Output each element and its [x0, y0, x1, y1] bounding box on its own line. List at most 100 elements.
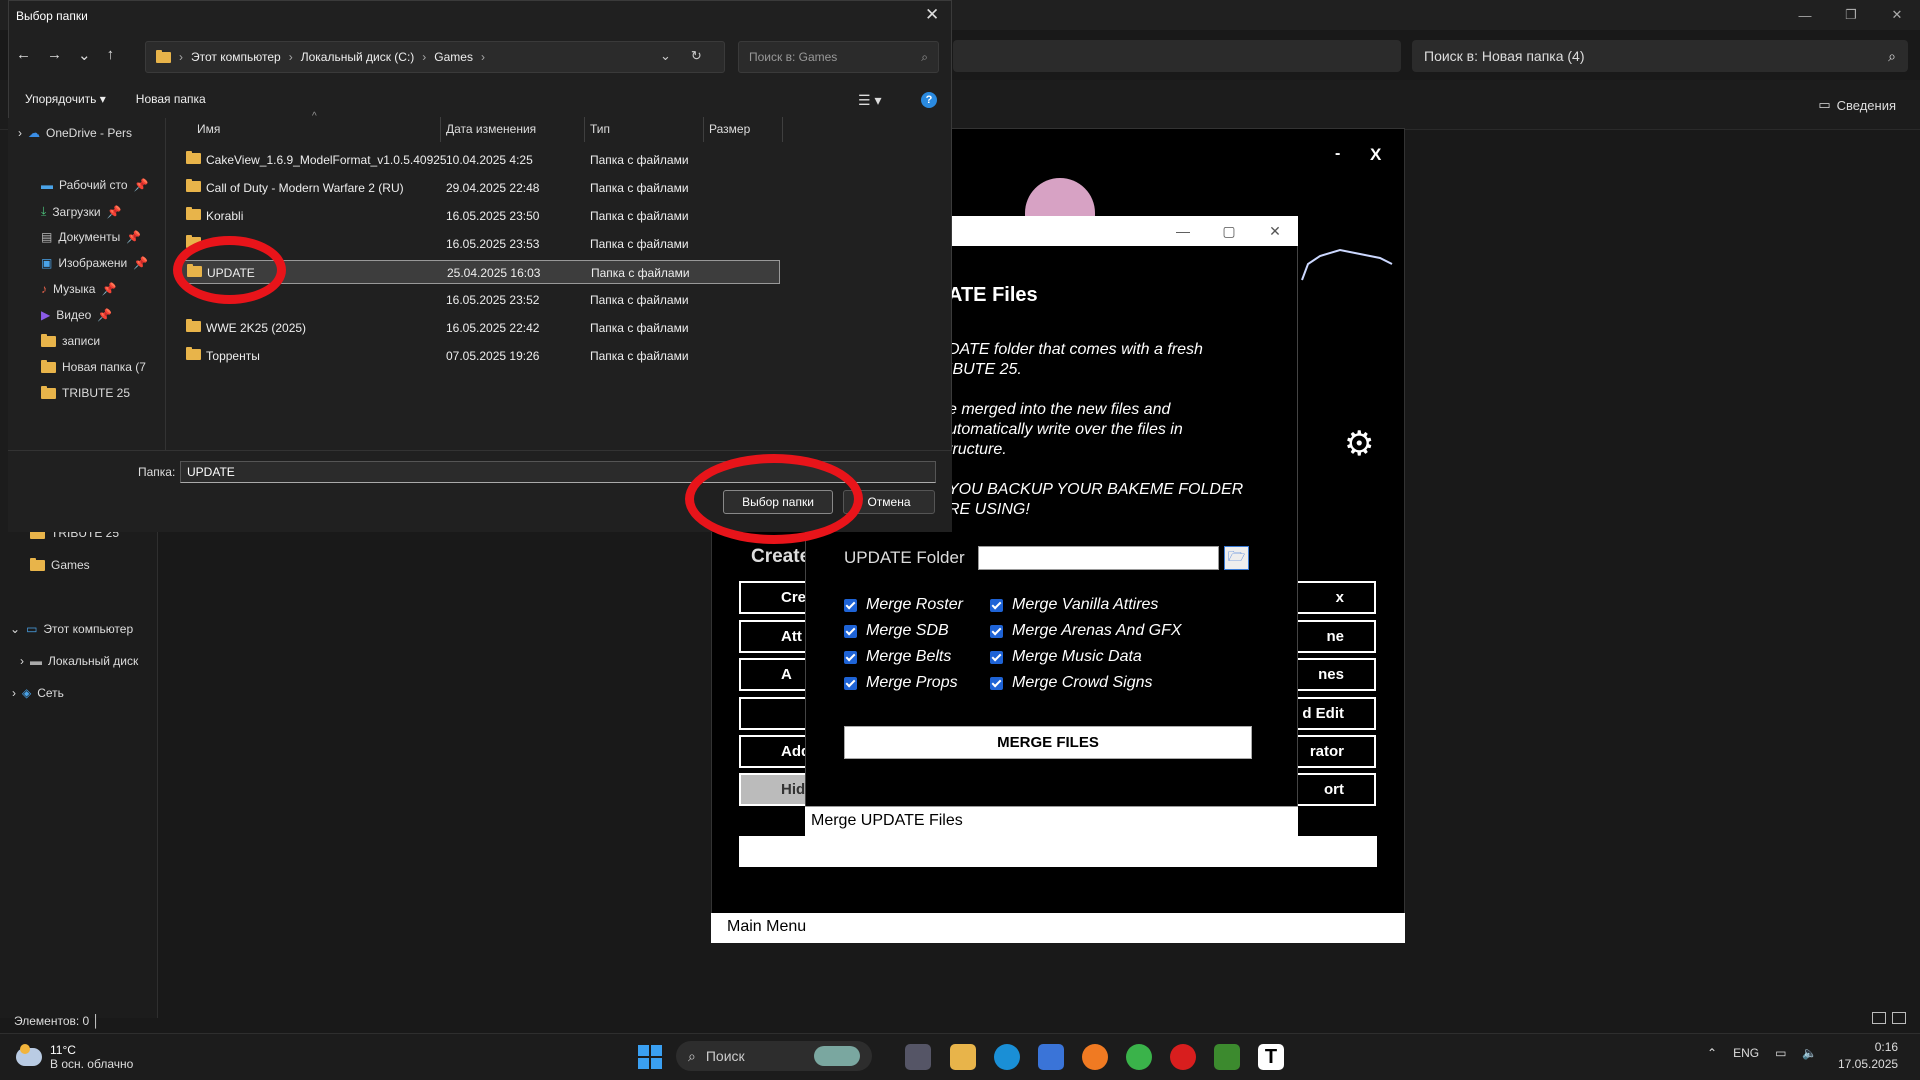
checkbox-checked-icon[interactable]: [990, 598, 1003, 612]
edge-icon[interactable]: [994, 1044, 1020, 1070]
column-type[interactable]: Тип: [590, 122, 610, 136]
checkbox-checked-icon[interactable]: [990, 650, 1003, 664]
close-icon[interactable]: ✕: [1252, 216, 1298, 246]
close-icon[interactable]: ✕: [1874, 0, 1920, 30]
checkbox-merge-roster[interactable]: Merge Roster: [844, 596, 963, 614]
checkbox-merge-props[interactable]: Merge Props: [844, 674, 958, 692]
maximize-icon[interactable]: ▢: [1206, 216, 1252, 246]
checkbox-checked-icon[interactable]: [990, 624, 1003, 638]
weather-icon: [16, 1044, 42, 1066]
breadcrumb-item[interactable]: Локальный диск (C:): [301, 50, 415, 64]
checkbox-checked-icon[interactable]: [844, 650, 857, 664]
file-row[interactable]: Korabli 16.05.2025 23:50 Папка с файлами: [180, 204, 780, 228]
column-divider[interactable]: [440, 117, 441, 142]
sidebar-item-documents[interactable]: ▤ Документы 📌: [41, 230, 141, 244]
sidebar-item-tribute[interactable]: TRIBUTE 25: [41, 385, 130, 400]
task-view-icon[interactable]: [905, 1044, 931, 1070]
file-row[interactable]: CakeView_1.6.9_ModelFormat_v1.0.5.40925 1…: [180, 148, 780, 172]
checkbox-merge-music-data[interactable]: Merge Music Data: [990, 648, 1142, 666]
checkbox-checked-icon[interactable]: [844, 598, 857, 612]
tiles-view-icon[interactable]: [1892, 1012, 1906, 1024]
sidebar-item-new-folder-7[interactable]: Новая папка (7: [41, 359, 146, 374]
picker-search-input[interactable]: Поиск в: Games ⌕: [738, 41, 939, 73]
checkbox-checked-icon[interactable]: [844, 676, 857, 690]
column-name[interactable]: Имя: [197, 122, 220, 136]
weather-widget[interactable]: 11°C В осн. облачно: [16, 1043, 133, 1071]
file-row[interactable]: WWE 2K25 (2025) 16.05.2025 22:42 Папка с ф…: [180, 316, 780, 340]
sidebar-item-local-disk[interactable]: › ▬ Локальный диск: [20, 654, 138, 668]
browse-folder-button[interactable]: 🗁: [1224, 546, 1249, 570]
breadcrumb-item[interactable]: Этот компьютер: [191, 50, 281, 64]
checkbox-checked-icon[interactable]: [844, 624, 857, 638]
forward-arrow-icon[interactable]: →: [47, 46, 62, 64]
up-arrow-icon[interactable]: ↑: [107, 46, 115, 64]
sidebar-item-desktop[interactable]: ▬ Рабочий сто 📌: [41, 178, 149, 192]
checkbox-merge-sdb[interactable]: Merge SDB: [844, 622, 949, 640]
chevron-down-icon[interactable]: ⌄: [660, 48, 671, 64]
chrome-icon[interactable]: [1126, 1044, 1152, 1070]
chevron-right-icon: ›: [20, 654, 24, 668]
sidebar-item-videos[interactable]: ▶ Видео 📌: [41, 308, 112, 322]
windows-start-icon[interactable]: [638, 1045, 662, 1069]
background-address-bar[interactable]: [953, 40, 1401, 72]
new-folder-button[interactable]: Новая папка: [136, 92, 206, 106]
sidebar-item-downloads[interactable]: ⤓ Загрузки 📌: [41, 204, 122, 219]
opera-icon[interactable]: [1170, 1044, 1196, 1070]
column-date[interactable]: Дата изменения: [446, 122, 536, 136]
refresh-icon[interactable]: ↻: [691, 48, 702, 64]
sidebar-item-games[interactable]: Games: [30, 557, 90, 572]
view-options-icon[interactable]: ☰ ▾: [858, 92, 881, 109]
close-icon[interactable]: ✕: [925, 5, 939, 25]
network-icon[interactable]: ▭: [1775, 1046, 1786, 1060]
address-bar[interactable]: › Этот компьютер › Локальный диск (C:) ›…: [145, 41, 725, 73]
column-size[interactable]: Размер: [709, 122, 750, 136]
taskbar-search[interactable]: ⌕ Поиск: [676, 1041, 872, 1071]
maximize-icon[interactable]: ❐: [1828, 0, 1874, 30]
merge-files-button[interactable]: MERGE FILES: [844, 726, 1252, 759]
tool-minimize-button[interactable]: -: [1335, 145, 1340, 163]
sidebar-item-onedrive[interactable]: › ☁ OneDrive - Pers: [18, 126, 132, 140]
picture-icon: ▣: [41, 256, 53, 270]
column-divider[interactable]: [782, 117, 783, 142]
help-icon[interactable]: ?: [921, 92, 937, 108]
background-search-input[interactable]: Поиск в: Новая папка (4) ⌕: [1412, 40, 1908, 72]
back-arrow-icon[interactable]: ←: [16, 46, 31, 64]
sidebar-item-music[interactable]: ♪ Музыка 📌: [41, 282, 116, 296]
view-toggle[interactable]: [1872, 1012, 1906, 1024]
checkbox-merge-vanilla-attires[interactable]: Merge Vanilla Attires: [990, 596, 1158, 614]
file-explorer-icon[interactable]: [950, 1044, 976, 1070]
language-indicator[interactable]: ENG: [1733, 1046, 1759, 1060]
volume-icon[interactable]: 🔈: [1802, 1046, 1817, 1060]
minimize-icon[interactable]: —: [1160, 216, 1206, 246]
checkbox-merge-crowd-signs[interactable]: Merge Crowd Signs: [990, 674, 1153, 692]
organize-menu[interactable]: Упорядочить ▾: [25, 92, 106, 106]
sidebar-item-this-pc[interactable]: ⌄ ▭ Этот компьютер: [10, 622, 133, 636]
minimize-icon[interactable]: —: [1782, 0, 1828, 30]
store-icon[interactable]: [1038, 1044, 1064, 1070]
clock[interactable]: 0:16 17.05.2025: [1838, 1039, 1898, 1073]
checkbox-merge-belts[interactable]: Merge Belts: [844, 648, 951, 666]
gear-icon[interactable]: ⚙: [1344, 424, 1374, 464]
sidebar-item-records[interactable]: записи: [41, 333, 100, 348]
row-type: Папка с файлами: [591, 266, 690, 280]
firefox-icon[interactable]: [1082, 1044, 1108, 1070]
breadcrumb-item[interactable]: Games: [434, 50, 473, 64]
file-row[interactable]: Call of Duty - Modern Warfare 2 (RU) 29.0…: [180, 176, 780, 200]
create-heading: Create: [751, 546, 811, 567]
column-divider[interactable]: [584, 117, 585, 142]
checkbox-merge-arenas-gfx[interactable]: Merge Arenas And GFX: [990, 622, 1182, 640]
minecraft-icon[interactable]: [1214, 1044, 1240, 1070]
column-divider[interactable]: [703, 117, 704, 142]
tool-close-button[interactable]: X: [1370, 145, 1381, 165]
file-row[interactable]: Торренты 07.05.2025 19:26 Папка с файлами: [180, 344, 780, 368]
recent-dropdown-icon[interactable]: ⌄: [78, 46, 91, 64]
chevron-up-icon[interactable]: ⌃: [1707, 1046, 1717, 1060]
update-folder-input[interactable]: [978, 546, 1219, 570]
sidebar-item-network[interactable]: › ◈ Сеть: [12, 686, 64, 700]
details-button[interactable]: ▭ Сведения: [1818, 97, 1896, 113]
checkbox-checked-icon[interactable]: [990, 676, 1003, 690]
folder-icon: [186, 179, 201, 195]
details-view-icon[interactable]: [1872, 1012, 1886, 1024]
tribute-app-icon[interactable]: T: [1258, 1044, 1284, 1070]
sidebar-item-pictures[interactable]: ▣ Изображени 📌: [41, 256, 148, 270]
